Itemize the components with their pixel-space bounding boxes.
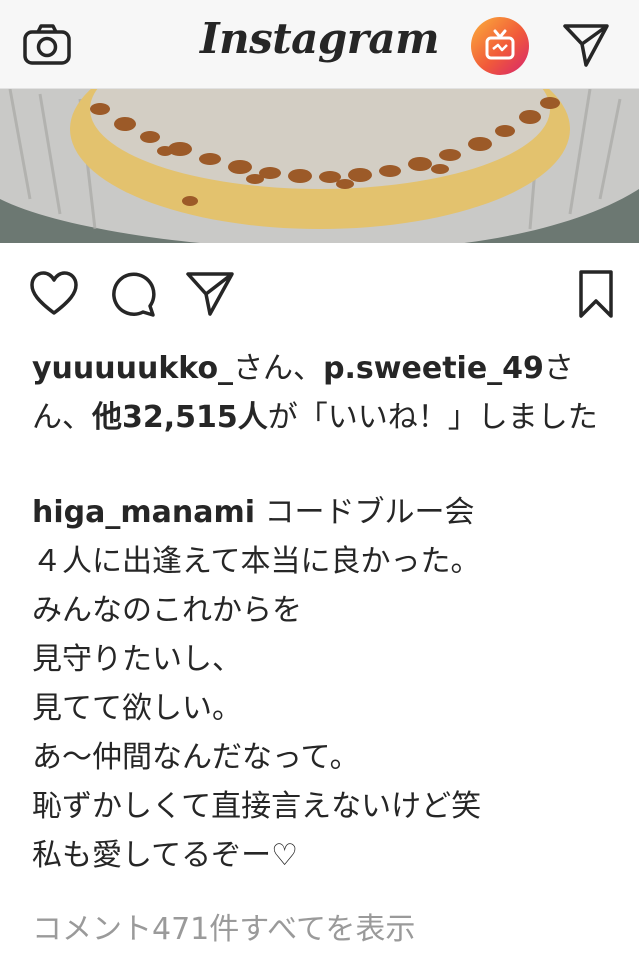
caption-first-line: コードブルー会 bbox=[255, 495, 475, 530]
top-bar: Instagram bbox=[0, 0, 639, 89]
likes-count[interactable]: 他32,515人 bbox=[92, 400, 268, 435]
liker-username-1[interactable]: yuuuuukko_ bbox=[32, 351, 233, 386]
likes-suffix: が「いいね！」しました bbox=[267, 400, 598, 435]
liker-username-2[interactable]: p.sweetie_49 bbox=[323, 351, 544, 386]
caption-username[interactable]: higa_manami bbox=[32, 495, 255, 530]
cake-photo-image bbox=[0, 89, 639, 243]
likes-summary: yuuuuukko_さん、p.sweetie_49さん、他32,515人が「いい… bbox=[32, 344, 612, 442]
view-all-comments-link[interactable]: コメント471件すべてを表示 bbox=[32, 905, 612, 955]
post-actions bbox=[0, 243, 639, 341]
caption-line: 私も愛してるぞー♡ bbox=[32, 838, 298, 873]
caption-line: ４人に出逢えて本当に良かった。 bbox=[32, 544, 481, 579]
caption-line: 恥ずかしくて直接言えないけど笑 bbox=[32, 789, 482, 824]
heart-icon[interactable] bbox=[28, 268, 80, 320]
igtv-icon[interactable] bbox=[470, 16, 530, 76]
caption-line: あ〜仲間なんだなって。 bbox=[32, 740, 360, 775]
share-icon[interactable] bbox=[184, 268, 236, 320]
direct-message-icon[interactable] bbox=[562, 22, 610, 68]
caption-line: みんなのこれからを bbox=[32, 593, 302, 628]
instagram-logo: Instagram bbox=[199, 14, 440, 63]
caption-line: 見てて欲しい。 bbox=[32, 691, 242, 726]
comment-icon[interactable] bbox=[106, 268, 158, 320]
likes-separator-1: さん、 bbox=[233, 351, 324, 386]
caption-line: 見守りたいし、 bbox=[32, 642, 242, 677]
post-caption: higa_manami コードブルー会 ４人に出逢えて本当に良かった。 みんなの… bbox=[32, 488, 622, 880]
bookmark-icon[interactable] bbox=[570, 268, 622, 320]
post-photo[interactable] bbox=[0, 89, 639, 243]
